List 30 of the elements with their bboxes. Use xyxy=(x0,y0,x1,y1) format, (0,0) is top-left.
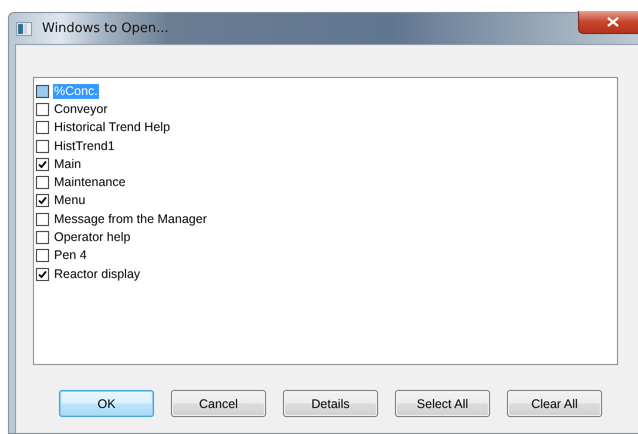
dialog-button[interactable]: Clear All xyxy=(507,390,602,417)
checkbox[interactable] xyxy=(36,140,49,153)
list-item[interactable]: Main xyxy=(53,156,82,172)
checkbox[interactable] xyxy=(36,121,49,134)
close-icon xyxy=(607,17,619,27)
close-button[interactable] xyxy=(578,11,638,34)
checkbox[interactable] xyxy=(36,231,49,244)
checkbox[interactable] xyxy=(36,268,49,281)
window-title: Windows to Open... xyxy=(42,21,168,36)
checkbox[interactable] xyxy=(36,194,49,208)
list-item[interactable]: HistTrend1 xyxy=(53,138,116,154)
checkbox[interactable] xyxy=(36,84,49,98)
list-item[interactable]: Reactor display xyxy=(53,266,142,282)
checkbox[interactable] xyxy=(36,212,49,226)
checkbox[interactable] xyxy=(36,158,49,171)
dialog-button[interactable]: Cancel xyxy=(171,390,266,417)
list-item[interactable]: Operator help xyxy=(53,230,132,246)
checkbox[interactable] xyxy=(36,102,49,116)
list-item[interactable]: Conveyor xyxy=(53,102,108,117)
list-item[interactable]: Message from the Manager xyxy=(53,212,208,227)
dialog-button[interactable]: OK xyxy=(59,390,154,417)
dialog-button[interactable]: Select All xyxy=(395,390,490,417)
list-item[interactable]: Historical Trend Help xyxy=(53,120,172,136)
list-item[interactable]: Maintenance xyxy=(53,175,127,190)
list-item[interactable]: Pen 4 xyxy=(53,248,88,264)
list-item[interactable]: Menu xyxy=(53,193,86,208)
checkbox[interactable] xyxy=(36,249,49,262)
checkbox[interactable] xyxy=(36,176,49,190)
dialog-button[interactable]: Details xyxy=(283,390,378,417)
window-icon xyxy=(16,22,32,36)
